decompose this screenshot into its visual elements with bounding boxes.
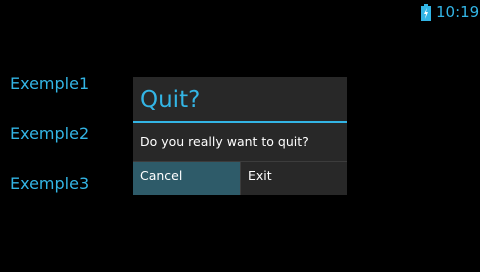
- list-item[interactable]: Exemple3: [10, 173, 89, 223]
- exit-button[interactable]: Exit: [241, 162, 347, 195]
- list-item[interactable]: Exemple1: [10, 73, 89, 123]
- dialog-title: Quit?: [140, 87, 201, 113]
- example-list: Exemple1 Exemple2 Exemple3: [10, 73, 89, 223]
- dialog-message: Do you really want to quit?: [140, 134, 309, 149]
- title-divider: [133, 121, 347, 123]
- quit-dialog: Quit? Do you really want to quit? Cancel…: [133, 77, 347, 195]
- battery-charging-icon: [421, 4, 431, 21]
- status-clock: 10:19: [436, 3, 480, 21]
- cancel-button[interactable]: Cancel: [133, 162, 240, 195]
- list-item[interactable]: Exemple2: [10, 123, 89, 173]
- status-bar: 10:19: [0, 0, 480, 24]
